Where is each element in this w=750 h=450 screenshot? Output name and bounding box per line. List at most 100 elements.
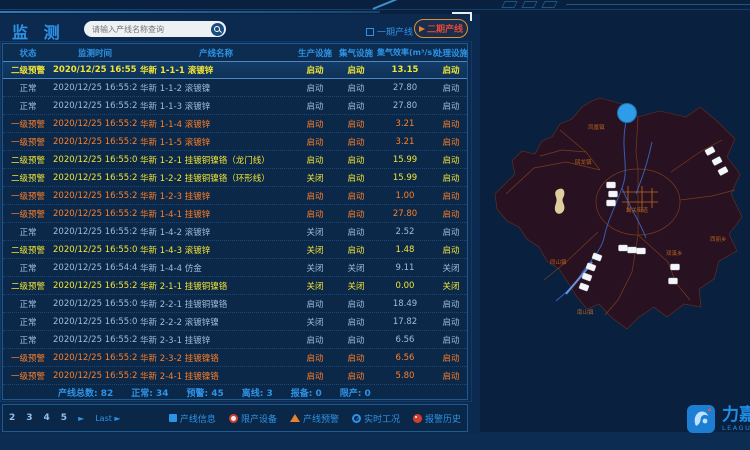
gas-collection-cell: 关闭	[335, 262, 377, 274]
table-row[interactable]: 正常2020/12/25 16:54:44华新 1-4-4 仿金关闭关闭9.11…	[3, 259, 467, 277]
gas-collection-cell: 关闭	[335, 280, 377, 292]
facility-marker[interactable]	[628, 247, 637, 253]
production-cell: 启动	[295, 82, 335, 94]
table-row[interactable]: 一级预警2020/12/25 16:55:24华新 2-3-2 挂镀镍铬启动启动…	[3, 349, 467, 367]
facility-marker[interactable]	[637, 248, 646, 254]
time-cell: 2020/12/25 16:55:24	[53, 65, 137, 75]
page-title: 监 测	[12, 19, 65, 43]
treatment-cell: 启动	[433, 352, 469, 364]
column-header-efficiency: 集气效率(m³/s)	[377, 47, 433, 58]
facility-marker[interactable]	[609, 191, 618, 197]
line-name-cell: 华新 1-1-3 滚镀锌	[137, 100, 295, 112]
production-cell: 关闭	[295, 316, 335, 328]
region-map[interactable]: 凤凰镇回龙镇城关街道西丽乡双溪乡同山镇南山镇	[478, 80, 750, 340]
legend-button-2[interactable]: 产线预警	[290, 412, 339, 425]
treatment-cell: 启动	[433, 244, 469, 256]
table-row[interactable]: 一级预警2020/12/25 16:55:24华新 1-1-5 滚镀锌启动启动3…	[3, 133, 467, 151]
page-button[interactable]: 5	[61, 413, 67, 423]
summary-item: 限产: 0	[340, 386, 371, 399]
efficiency-cell: 3.21	[377, 119, 433, 129]
search-icon[interactable]	[211, 23, 224, 36]
page-button[interactable]: 4	[44, 413, 50, 423]
table-row[interactable]: 正常2020/12/25 16:55:24华新 1-1-3 滚镀锌启动启动27.…	[3, 97, 467, 115]
time-cell: 2020/12/25 16:55:24	[53, 227, 137, 237]
column-header-treatment: 处理设施	[433, 47, 469, 59]
search-input[interactable]	[84, 25, 211, 34]
legend-label: 产线预警	[303, 412, 339, 425]
table-row[interactable]: 正常2020/12/25 16:55:04华新 2-2-2 滚镀锌镍关闭启动17…	[3, 313, 467, 331]
phase2-button[interactable]: 二期产线	[414, 19, 468, 38]
line-warning-icon	[290, 414, 300, 422]
treatment-cell: 启动	[433, 208, 469, 220]
monitoring-table: 状态 监测时间 产线名称 生产设施 集气设施 集气效率(m³/s) 处理设施 二…	[2, 43, 468, 400]
production-cell: 启动	[295, 100, 335, 112]
facility-marker[interactable]	[607, 182, 616, 188]
production-cell: 启动	[295, 298, 335, 310]
status-cell: 二级预警	[3, 172, 53, 184]
table-row[interactable]: 二级预警2020/12/25 16:55:24华新 1-1-1 滚镀锌启动启动1…	[3, 61, 467, 79]
status-cell: 一级预警	[3, 136, 53, 148]
summary-bar: 产线总数: 82正常: 34预警: 45离线: 3报备: 0限产: 0	[3, 385, 467, 400]
table-row[interactable]: 一级预警2020/12/25 16:55:24华新 2-4-1 挂镀镍铬启动启动…	[3, 367, 467, 385]
table-row[interactable]: 正常2020/12/25 16:55:24华新 1-4-2 滚镀锌关闭启动2.5…	[3, 223, 467, 241]
line-name-cell: 华新 1-1-2 滚镀镍	[137, 82, 295, 94]
column-header-line-name: 产线名称	[137, 47, 295, 59]
table-row[interactable]: 正常2020/12/25 16:55:04华新 2-2-1 挂镀铜镍铬启动启动1…	[3, 295, 467, 313]
status-cell: 正常	[3, 82, 53, 94]
town-label: 西丽乡	[710, 236, 727, 243]
highlight-marker[interactable]	[618, 104, 637, 123]
next-page-button[interactable]: ►	[78, 414, 84, 423]
efficiency-cell: 1.48	[377, 245, 433, 255]
gas-collection-cell: 启动	[335, 298, 377, 310]
table-row[interactable]: 正常2020/12/25 16:55:24华新 1-1-2 滚镀镍启动启动27.…	[3, 79, 467, 97]
status-cell: 一级预警	[3, 352, 53, 364]
facility-marker[interactable]	[669, 278, 678, 284]
legend-button-1[interactable]: 限产设备	[229, 412, 277, 425]
table-row[interactable]: 一级预警2020/12/25 16:55:24华新 1-2-3 挂镀锌启动启动1…	[3, 187, 467, 205]
table-row[interactable]: 二级预警2020/12/25 16:55:24华新 1-2-2 挂镀铜镍铬（环形…	[3, 169, 467, 187]
table-row[interactable]: 二级预警2020/12/25 16:55:24华新 2-1-1 挂镀铜镍铬关闭关…	[3, 277, 467, 295]
gas-collection-cell: 启动	[335, 190, 377, 202]
phase1-label: 一期产线	[377, 25, 413, 38]
facility-marker[interactable]	[607, 200, 616, 206]
company-logo: 力嘉科技 LEAGUE TECH	[686, 404, 750, 434]
top-square-decoration	[501, 1, 517, 8]
table-row[interactable]: 二级预警2020/12/25 16:55:04华新 1-2-1 挂镀铜镍铬（龙门…	[3, 151, 467, 169]
legend-label: 限产设备	[241, 412, 277, 425]
treatment-cell: 启动	[433, 154, 469, 166]
production-cell: 关闭	[295, 226, 335, 238]
production-cell: 启动	[295, 352, 335, 364]
time-cell: 2020/12/25 16:55:04	[53, 317, 137, 327]
legend-button-4[interactable]: 报警历史	[413, 412, 461, 425]
phase1-checkbox[interactable]: 一期产线	[366, 25, 413, 38]
town-label: 南山镇	[577, 308, 594, 316]
last-page-button[interactable]: Last ►	[95, 414, 120, 423]
table-row[interactable]: 一级预警2020/12/25 16:55:24华新 1-4-1 挂镀锌启动启动2…	[3, 205, 467, 223]
page-button[interactable]: 3	[26, 413, 32, 423]
summary-item: 预警: 45	[187, 386, 224, 399]
production-cell: 关闭	[295, 172, 335, 184]
production-cell: 启动	[295, 118, 335, 130]
flag-icon	[419, 26, 425, 32]
table-row[interactable]: 一级预警2020/12/25 16:55:24华新 1-1-4 滚镀锌启动启动3…	[3, 115, 467, 133]
line-name-cell: 华新 1-1-4 滚镀锌	[137, 118, 295, 130]
efficiency-cell: 13.15	[377, 65, 433, 75]
status-cell: 正常	[3, 100, 53, 112]
column-header-gas-collection: 集气设施	[335, 47, 377, 59]
status-cell: 正常	[3, 298, 53, 310]
gas-collection-cell: 启动	[335, 244, 377, 256]
table-row[interactable]: 正常2020/12/25 16:55:24华新 2-3-1 挂镀锌启动启动6.5…	[3, 331, 467, 349]
facility-marker[interactable]	[671, 264, 680, 270]
logo-text-cn: 力嘉科技	[722, 407, 750, 425]
top-accent-line	[0, 11, 380, 13]
treatment-cell: 启动	[433, 172, 469, 184]
facility-marker[interactable]	[619, 245, 628, 251]
legend-button-0[interactable]: 产线信息	[169, 412, 216, 425]
table-row[interactable]: 二级预警2020/12/25 16:55:04华新 1-4-3 滚镀锌关闭启动1…	[3, 241, 467, 259]
bottom-strip	[0, 432, 750, 450]
page-button[interactable]: 2	[9, 413, 15, 423]
checkbox-icon[interactable]	[366, 28, 374, 36]
legend-bar: 产线信息 限产设备 产线预警实时工况报警历史	[169, 412, 461, 425]
time-cell: 2020/12/25 16:55:24	[53, 353, 137, 363]
legend-button-3[interactable]: 实时工况	[352, 412, 400, 425]
